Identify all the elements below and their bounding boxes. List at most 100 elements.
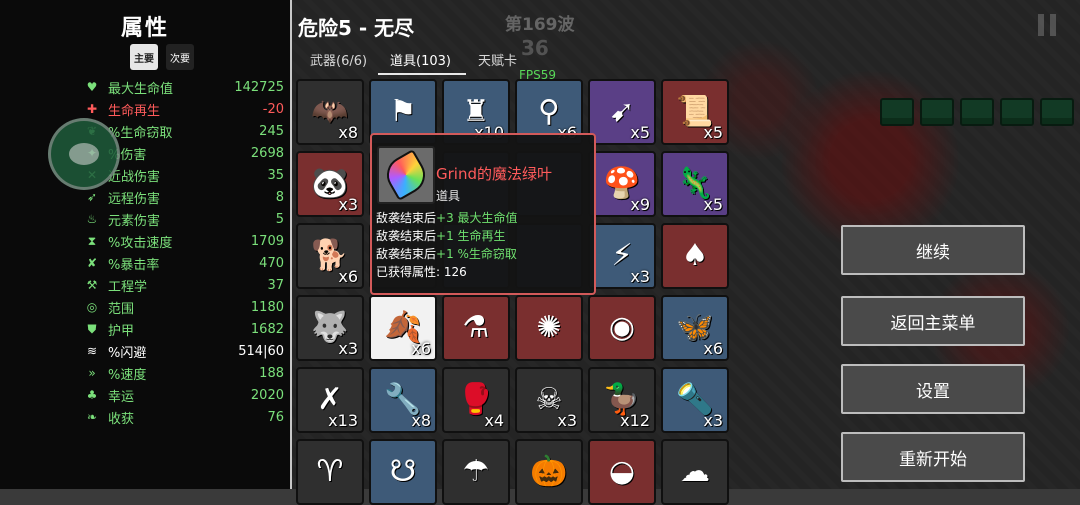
- item-quantity: x5: [703, 123, 723, 142]
- item-mushroom[interactable]: 🍄 x9: [588, 151, 656, 217]
- engineering-icon: ⚒: [86, 278, 98, 292]
- item-duck[interactable]: 🦆 x12: [588, 367, 656, 433]
- stat-value: 1709: [250, 233, 284, 249]
- item-quantity: x3: [557, 411, 577, 430]
- stat-label: %伤害: [108, 147, 147, 163]
- item-potion[interactable]: ⚗: [442, 295, 510, 361]
- stat-label: %生命窃取: [108, 125, 173, 141]
- item-claw[interactable]: ✗ x13: [296, 367, 364, 433]
- item-pumpkin-icon: 🎃: [530, 454, 568, 489]
- item-quantity: x5: [630, 123, 650, 142]
- armor-icon: ⛊: [87, 321, 97, 336]
- item-quantity: x5: [703, 195, 723, 214]
- tab-weapons[interactable]: 武器(6/6): [298, 48, 378, 75]
- item-coin[interactable]: ◉: [588, 295, 656, 361]
- stat-value: 76: [267, 409, 284, 425]
- stats-panel: 属性 主要 次要 ♥最大生命值142725✚生命再生-20❦%生命窃取245✦%…: [0, 0, 290, 489]
- stat-value: 8: [275, 189, 284, 205]
- item-rainbow-leaf[interactable]: 🍂 x6: [369, 295, 437, 361]
- item-quantity: x8: [338, 123, 358, 142]
- crit-icon: ✘: [86, 256, 98, 270]
- item-horns-icon: ♈: [316, 454, 344, 489]
- regen-icon: ✚: [86, 102, 98, 116]
- stat-label: 工程学: [108, 279, 148, 295]
- item-banner-icon: ⚑: [389, 94, 417, 129]
- item-glove[interactable]: 🥊 x4: [442, 367, 510, 433]
- stat-label: 护甲: [108, 323, 135, 339]
- item-virus-icon: ✺: [536, 310, 562, 345]
- tooltip-effect-line: 敌袭结束后+3 最大生命值: [376, 211, 518, 225]
- item-virus[interactable]: ✺: [515, 295, 583, 361]
- item-bat[interactable]: 🦇 x8: [296, 79, 364, 145]
- tab-items[interactable]: 道具(103): [378, 48, 466, 75]
- range-icon: ◎: [86, 300, 98, 314]
- wave-label: 第169波: [505, 15, 575, 35]
- item-panda[interactable]: 🐼 x3: [296, 151, 364, 217]
- stat-label: 元素伤害: [108, 213, 161, 229]
- item-coin-icon: ◉: [608, 310, 636, 345]
- item-cloak[interactable]: ☂: [442, 439, 510, 505]
- stat-row: ⧗ %攻击速度 1709: [84, 230, 284, 252]
- stat-value: 37: [267, 277, 284, 293]
- item-quantity: x6: [338, 267, 358, 286]
- item-plate-icon: ◒: [608, 454, 636, 489]
- stats-toggle: 主要 次要: [130, 44, 194, 70]
- item-rocket[interactable]: ➹ x5: [588, 79, 656, 145]
- item-quantity: x9: [630, 195, 650, 214]
- item-ghost[interactable]: ☁: [661, 439, 729, 505]
- item-scroll[interactable]: 📜 x5: [661, 79, 729, 145]
- speed-icon: »: [88, 366, 96, 380]
- stat-label: %攻击速度: [108, 235, 173, 251]
- item-demon[interactable]: ☋: [369, 439, 437, 505]
- harvest-icon: ❧: [86, 410, 98, 424]
- stat-value: 35: [267, 167, 284, 183]
- tooltip-item-type: 道具: [436, 189, 461, 203]
- stat-value: -20: [262, 101, 284, 117]
- item-quantity: x3: [703, 411, 723, 430]
- item-plate[interactable]: ◒: [588, 439, 656, 505]
- item-skull[interactable]: ☠ x3: [515, 367, 583, 433]
- inventory-tabs: 武器(6/6) 道具(103) 天赋卡: [298, 48, 527, 75]
- stat-value: 514|60: [238, 343, 284, 359]
- item-stomach[interactable]: ♠: [661, 223, 729, 289]
- stat-value: 5: [275, 211, 284, 227]
- tooltip-item-name: Grind的魔法绿叶: [436, 165, 552, 183]
- stats-panel-title: 属性: [120, 16, 169, 41]
- item-wolf[interactable]: 🐺 x3: [296, 295, 364, 361]
- stat-row: ≋ %闪避 514|60: [84, 340, 284, 362]
- wechat-floating-icon[interactable]: [48, 118, 120, 190]
- continue-button[interactable]: 继续: [841, 225, 1025, 275]
- item-net[interactable]: ⚡ x3: [588, 223, 656, 289]
- main-menu-button[interactable]: 返回主菜单: [841, 296, 1025, 346]
- item-horns[interactable]: ♈: [296, 439, 364, 505]
- stat-value: 2020: [250, 387, 284, 403]
- item-dog[interactable]: 🐕 x6: [296, 223, 364, 289]
- stat-value: 1682: [250, 321, 284, 337]
- stat-label: 近战伤害: [108, 169, 161, 185]
- item-wrench[interactable]: 🔧 x8: [369, 367, 437, 433]
- settings-button[interactable]: 设置: [841, 364, 1025, 414]
- tab-talent-cards[interactable]: 天赋卡: [466, 48, 527, 75]
- heart-icon: ♥: [86, 80, 98, 94]
- stats-toggle-secondary[interactable]: 次要: [166, 44, 194, 70]
- stats-toggle-primary[interactable]: 主要: [130, 44, 158, 70]
- stat-row: ♥ 最大生命值 142725: [84, 76, 284, 98]
- stat-label: 远程伤害: [108, 191, 161, 207]
- stat-row: ♣ 幸运 2020: [84, 384, 284, 406]
- stat-value: 188: [259, 365, 284, 381]
- item-pumpkin[interactable]: 🎃: [515, 439, 583, 505]
- tooltip-effect-line: 敌袭结束后+1 %生命窃取: [376, 247, 517, 261]
- stat-row: ◎ 范围 1180: [84, 296, 284, 318]
- item-demon-icon: ☋: [389, 454, 417, 489]
- stat-value: 2698: [250, 145, 284, 161]
- stat-row: ✘ %暴击率 470: [84, 252, 284, 274]
- stat-label: %速度: [108, 367, 147, 383]
- item-ghost-icon: ☁: [680, 454, 710, 489]
- item-quantity: x3: [630, 267, 650, 286]
- item-chameleon[interactable]: 🦎 x5: [661, 151, 729, 217]
- item-dragonfly[interactable]: 🦋 x6: [661, 295, 729, 361]
- stat-row: ❧ 收获 76: [84, 406, 284, 428]
- restart-button[interactable]: 重新开始: [841, 432, 1025, 482]
- item-flashlight[interactable]: 🔦 x3: [661, 367, 729, 433]
- stat-row: ➶ 远程伤害 8: [84, 186, 284, 208]
